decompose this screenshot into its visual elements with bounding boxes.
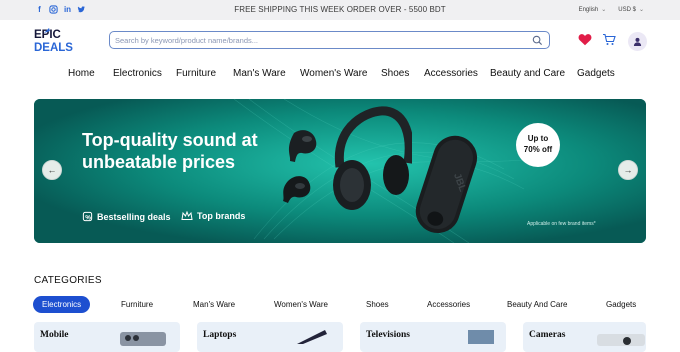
nav-item-shoes[interactable]: Shoes	[381, 68, 409, 79]
categories-heading: CATEGORIES	[34, 275, 102, 286]
banner-fineprint: Applicable on few brand items*	[527, 221, 596, 227]
heart-icon[interactable]	[578, 33, 592, 51]
badge-line2: 70% off	[523, 145, 553, 154]
crown-icon	[181, 211, 193, 220]
nav-item-accessories[interactable]: Accessories	[424, 68, 478, 79]
discount-badge: Up to 70% off	[516, 123, 560, 167]
arrow-right-icon: →	[623, 165, 633, 175]
category-chip-shoes[interactable]: Shoes	[366, 296, 389, 313]
nav-item-furniture[interactable]: Furniture	[176, 68, 216, 79]
top-brands-label: Top brands	[197, 211, 246, 221]
category-card-laptops[interactable]: Laptops	[197, 322, 343, 352]
search-placeholder: Search by keyword/product name/brands...	[115, 36, 258, 45]
language-select[interactable]: English ⌄	[579, 6, 607, 13]
nav-item-electronics[interactable]: Electronics	[113, 68, 162, 79]
user-icon	[633, 37, 642, 46]
category-chip-accessories[interactable]: Accessories	[427, 296, 470, 313]
tag-icon: %	[82, 211, 93, 221]
locale-selectors: English ⌄ USD $ ⌄	[579, 6, 644, 13]
hero-banner[interactable]: JBL Top-quality sound at unbeatable pric…	[34, 99, 646, 243]
nav-item-womens-ware[interactable]: Women's Ware	[300, 68, 367, 79]
search-input[interactable]: Search by keyword/product name/brands...	[109, 31, 550, 49]
badge-line1: Up to	[527, 134, 549, 143]
header-actions	[578, 32, 647, 51]
carousel-prev-button[interactable]: ←	[42, 160, 62, 180]
nav-item-beauty-and-care[interactable]: Beauty and Care	[490, 68, 565, 79]
cart-icon[interactable]	[602, 33, 616, 51]
currency-select[interactable]: USD $ ⌄	[618, 6, 644, 13]
category-card-label: Laptops	[203, 330, 237, 340]
category-card-label: Televisions	[366, 330, 410, 340]
category-chip-gadgets[interactable]: Gadgets	[606, 296, 636, 313]
camera-image	[597, 334, 645, 346]
speaker-image	[415, 135, 478, 234]
site-header: EPIC DEALS Search by keyword/product nam…	[0, 20, 680, 62]
category-card-televisions[interactable]: Televisions	[360, 322, 506, 352]
nav-item-home[interactable]: Home	[68, 68, 95, 79]
category-card-cameras[interactable]: Cameras	[523, 322, 646, 352]
category-chip-electronics[interactable]: Electronics	[33, 296, 91, 313]
nav-item-gadgets[interactable]: Gadgets	[577, 68, 615, 79]
epic-deals-logo[interactable]: EPIC DEALS	[33, 27, 81, 54]
language-value: English	[578, 7, 599, 13]
category-card-mobile[interactable]: Mobile	[34, 322, 180, 352]
search-icon[interactable]	[532, 35, 543, 46]
svg-text:%: %	[85, 214, 91, 221]
category-chip-womens-ware[interactable]: Women's Ware	[274, 296, 328, 313]
main-nav: Home Electronics Furniture Man's Ware Wo…	[0, 66, 680, 84]
category-chip-beauty-and-care[interactable]: Beauty And Care	[507, 296, 567, 313]
category-card-label: Cameras	[529, 330, 566, 340]
arrow-left-icon: ←	[47, 165, 57, 175]
chevron-down-icon: ⌄	[601, 7, 607, 13]
top-brands-tag: Top brands	[181, 211, 245, 221]
banner-title: Top-quality sound at unbeatable prices	[82, 129, 282, 173]
chevron-down-icon: ⌄	[638, 7, 644, 13]
nav-item-mans-ware[interactable]: Man's Ware	[233, 68, 286, 79]
banner-title-line1: Top-quality sound at	[82, 130, 258, 150]
category-card-label: Mobile	[40, 330, 69, 340]
television-image	[468, 330, 494, 344]
bestselling-deals-tag: % Bestselling deals	[82, 211, 171, 222]
category-chip-mans-ware[interactable]: Man's Ware	[193, 296, 235, 313]
mobile-image	[120, 332, 166, 346]
category-cards: Mobile Laptops Televisions Cameras	[0, 322, 680, 352]
currency-value: USD $	[618, 7, 636, 13]
svg-text:DEALS: DEALS	[34, 42, 73, 53]
category-chip-furniture[interactable]: Furniture	[121, 296, 153, 313]
laptop-image	[297, 330, 327, 344]
carousel-next-button[interactable]: →	[618, 160, 638, 180]
banner-title-line2: unbeatable prices	[82, 152, 236, 172]
bestselling-deals-label: Bestselling deals	[97, 211, 171, 222]
user-avatar[interactable]	[628, 32, 647, 51]
category-chips: Electronics Furniture Man's Ware Women's…	[0, 296, 680, 314]
top-bar: f in FREE SHIPPING THIS WEEK ORDER OVER …	[0, 0, 680, 20]
